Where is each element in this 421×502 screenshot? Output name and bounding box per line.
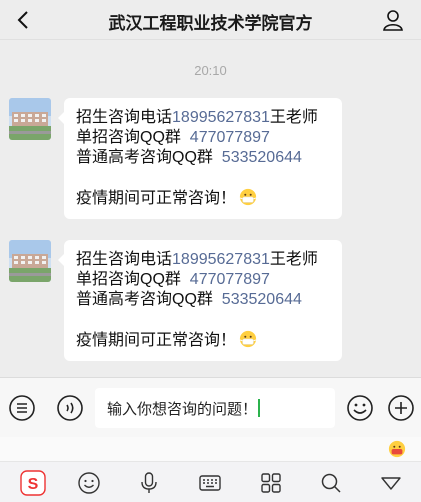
grid-apps-icon[interactable]: [258, 470, 284, 496]
avatar[interactable]: [9, 98, 51, 140]
phone-line: 招生咨询电话18995627831王老师: [76, 250, 332, 270]
qq-group-line: 单招咨询QQ群 477077897: [76, 270, 332, 290]
mask-face-emoji[interactable]: [388, 440, 406, 458]
closing-line: 疫情期间可正常咨询！: [76, 188, 332, 209]
phone-link[interactable]: 18995627831: [172, 109, 270, 126]
person-icon[interactable]: [381, 8, 405, 32]
qq-group-link[interactable]: 533520644: [222, 149, 302, 166]
message-bubble[interactable]: 招生咨询电话18995627831王老师 单招咨询QQ群 477077897 普…: [58, 98, 342, 219]
text-caret: [258, 399, 261, 417]
search-icon[interactable]: [318, 470, 344, 496]
phone-line: 招生咨询电话18995627831王老师: [76, 108, 332, 128]
menu-list-icon[interactable]: [8, 394, 36, 422]
qq-group-line: 单招咨询QQ群 477077897: [76, 128, 332, 148]
collapse-down-icon[interactable]: [378, 470, 404, 496]
line-text: 王老师: [269, 109, 318, 126]
qq-group-link[interactable]: 477077897: [190, 271, 270, 288]
keyboard-toolbar: S: [0, 461, 421, 502]
chat-title: 武汉工程职业技术学院官方: [108, 14, 313, 33]
input-text: 输入你想咨询的问题！: [107, 401, 258, 418]
qq-group-link[interactable]: 533520644: [222, 291, 302, 308]
message-bubble[interactable]: 招生咨询电话18995627831王老师 单招咨询QQ群 477077897 普…: [58, 240, 342, 361]
line-text: 招生咨询电话: [76, 109, 173, 126]
microphone-icon[interactable]: [136, 470, 162, 496]
line-text: 普通高考咨询QQ群: [76, 149, 222, 166]
smiley-icon[interactable]: [346, 394, 374, 422]
keyboard-icon[interactable]: [197, 470, 223, 496]
qq-group-line: 普通高考咨询QQ群 533520644: [76, 148, 332, 168]
line-text: 王老师: [269, 251, 318, 268]
line-text: 单招咨询QQ群: [76, 271, 190, 288]
voice-icon[interactable]: [56, 394, 84, 422]
qq-group-link[interactable]: 477077897: [190, 129, 270, 146]
campus-building-photo: [9, 240, 51, 282]
mask-face-emoji: [239, 188, 257, 206]
mask-face-emoji: [239, 330, 257, 348]
line-text: 单招咨询QQ群: [76, 129, 190, 146]
line-text: 普通高考咨询QQ群: [76, 291, 222, 308]
message-input-bar: 输入你想咨询的问题！: [0, 377, 421, 437]
phone-link[interactable]: 18995627831: [172, 251, 270, 268]
message-input[interactable]: 输入你想咨询的问题！: [95, 388, 335, 428]
campus-building-photo: [9, 98, 51, 140]
emoji-face-icon[interactable]: [76, 470, 102, 496]
chat-area[interactable]: 20:10 招生咨询电话18995627831王老师 单招咨询QQ群 47707…: [0, 40, 421, 377]
qq-group-line: 普通高考咨询QQ群 533520644: [76, 290, 332, 310]
keyboard-suggestion-strip: [0, 437, 421, 461]
line-text: 招生咨询电话: [76, 251, 173, 268]
closing-text: 疫情期间可正常咨询！: [76, 190, 237, 207]
avatar[interactable]: [9, 240, 51, 282]
closing-line: 疫情期间可正常咨询！: [76, 330, 332, 351]
sogou-logo-icon[interactable]: S: [20, 470, 46, 496]
svg-text:S: S: [28, 476, 39, 493]
message-timestamp: 20:10: [194, 63, 227, 78]
closing-text: 疫情期间可正常咨询！: [76, 332, 237, 349]
plus-circle-icon[interactable]: [387, 394, 415, 422]
chat-header: 武汉工程职业技术学院官方: [0, 0, 421, 40]
